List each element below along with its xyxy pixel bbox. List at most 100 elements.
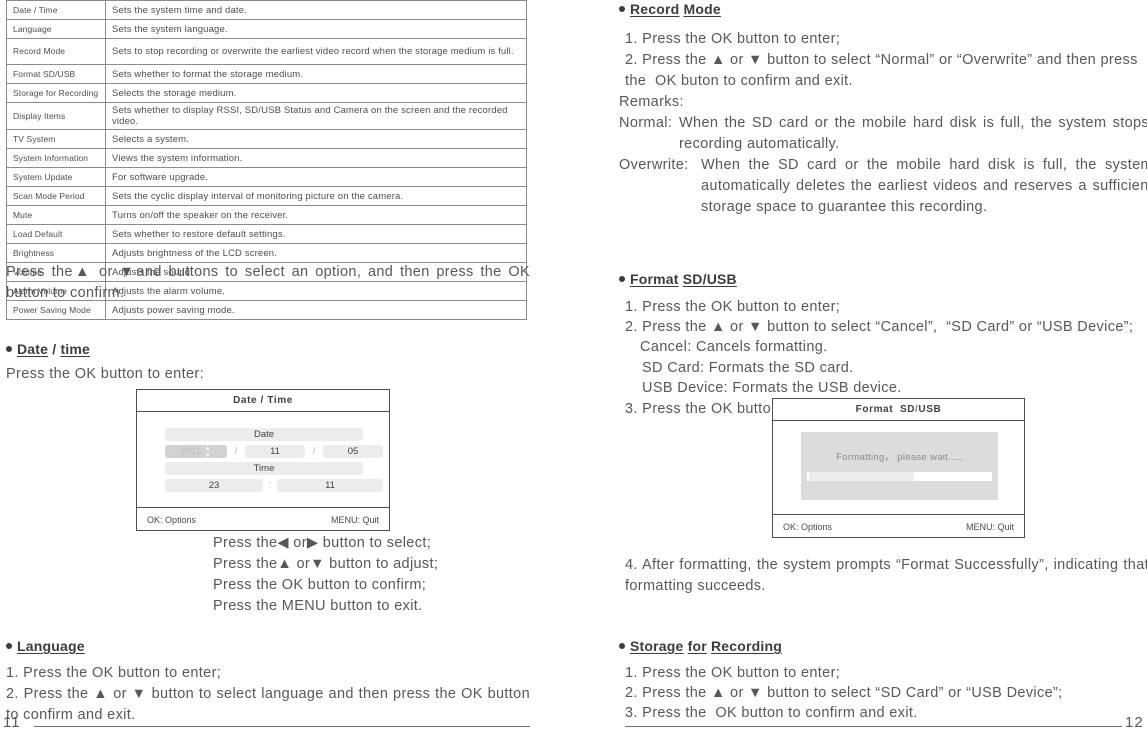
menu-item-description: Views the system information. (105, 148, 527, 168)
bullet-icon (619, 643, 625, 649)
format-dialog-body: Formatting， please wait..... (773, 421, 1024, 514)
table-row: Display Items Sets whether to display RSS… (6, 102, 527, 130)
minute-value: 11 (325, 480, 335, 491)
month-value: 11 (270, 446, 280, 457)
heading-language-label: Language (17, 638, 85, 654)
year-field[interactable]: 2011 ▲ ▼ (165, 445, 227, 459)
table-row: System Update For software upgrade. (6, 167, 527, 187)
language-step-2: 2. Press the ▲ or ▼ button to select lan… (6, 686, 535, 723)
table-row: TV System Selects a system. (6, 129, 527, 149)
heading-format-label: Format (630, 271, 679, 287)
left-column: Date / Time Sets the system time and date… (0, 0, 540, 738)
table-row: Date / Time Sets the system time and date… (6, 0, 527, 20)
date-time-note-2: Press the▲ or▼ button to adjust; (213, 556, 439, 572)
record-mode-overwrite-text: When the SD card or the mobile hard disk… (701, 157, 1147, 215)
format-dialog-title-sd: SD (899, 404, 916, 415)
date-time-notes: Press the◀ or▶ button to select; Press t… (213, 533, 438, 617)
menu-item-name: Language (6, 19, 106, 39)
menu-item-name: Brightness (6, 243, 106, 263)
heading-time-label: time (60, 341, 91, 357)
menu-item-name: System Information (6, 148, 106, 168)
month-field[interactable]: 11 (245, 445, 305, 458)
format-progress-panel: Formatting， please wait..... (801, 432, 998, 500)
date-row-label: Date (165, 428, 363, 441)
menu-item-name: Record Mode (6, 38, 106, 65)
table-row: Brightness Adjusts brightness of the LCD … (6, 243, 527, 263)
date-separator-1: / (234, 446, 238, 457)
menu-item-name: System Update (6, 167, 106, 187)
date-time-dialog-body: Date 2011 ▲ ▼ / 11 / 05 Time 23 : 11 (137, 412, 389, 507)
record-mode-remarks-label: Remarks: (619, 94, 684, 110)
format-dialog-title-usb: USB (918, 404, 942, 415)
format-progress-fill (807, 472, 915, 481)
heading-recording-label: Recording (710, 638, 783, 654)
heading-storage-label: Storage (630, 638, 684, 654)
format-dialog-title: Format SD/USB (773, 399, 1024, 421)
date-time-note-3: Press the OK button to confirm; (213, 577, 427, 593)
heading-for-label: for (687, 638, 707, 654)
menu-item-description: Selects a system. (105, 129, 527, 149)
left-page-number: 11 (3, 714, 21, 731)
date-time-footer-ok: OK: Options (147, 514, 197, 525)
heading-mode-label: Mode (683, 1, 721, 17)
hour-value: 23 (208, 480, 220, 491)
storage-step-3: 3. Press the OK button to confirm and ex… (625, 705, 918, 721)
format-step-1: 1. Press the OK button to enter; (625, 299, 841, 315)
format-osd-dialog: Format SD/USB Formatting， please wait...… (772, 398, 1025, 538)
format-progress-bar (807, 472, 992, 481)
bullet-icon (6, 643, 12, 649)
table-row: Storage for Recording Selects the storage… (6, 83, 527, 103)
record-mode-step-1: 1. Press the OK button to enter; (625, 31, 841, 47)
menu-item-description: Sets the system time and date. (105, 0, 527, 20)
format-option-sd-card: SD Card: Formats the SD card. (642, 360, 854, 376)
record-mode-overwrite-block: Overwrite: When the SD card or the mobil… (619, 155, 1147, 218)
menu-item-description: For software upgrade. (105, 167, 527, 187)
table-row: Format SD/USB Sets whether to format the … (6, 64, 527, 84)
table-row: System Information Views the system infor… (6, 148, 527, 168)
bullet-icon (619, 6, 625, 12)
day-field[interactable]: 05 (323, 445, 383, 458)
heading-record-label: Record (630, 1, 680, 17)
heading-date-separator: / (48, 341, 61, 357)
table-row: Load Default Sets whether to restore defa… (6, 224, 527, 244)
menu-item-description: Sets to stop recording or overwrite the … (105, 38, 527, 65)
date-time-osd-dialog: Date / Time Date 2011 ▲ ▼ / 11 / 05 Time … (136, 389, 390, 531)
format-dialog-footer: OK: Options MENU: Quit (773, 514, 1024, 538)
menu-item-description: Sets whether to restore default settings… (105, 224, 527, 244)
menu-item-name: Format SD/USB (6, 64, 106, 84)
record-mode-normal-label: Normal: (619, 115, 673, 131)
table-row: Scan Mode Period Sets the cyclic display … (6, 186, 527, 206)
format-option-cancel: Cancel: Cancels formatting. (640, 339, 828, 355)
format-footer-menu: MENU: Quit (965, 521, 1014, 532)
hour-field[interactable]: 23 (165, 479, 263, 492)
menu-item-description: Turns on/off the speaker on the receiver… (105, 205, 527, 225)
record-mode-step-2: 2. Press the ▲ or ▼ button to select “No… (625, 52, 1143, 89)
heading-date-label: Date (17, 341, 49, 357)
menu-item-name: Load Default (6, 224, 106, 244)
menu-item-name: Scan Mode Period (6, 186, 106, 206)
menu-item-name: Mute (6, 205, 106, 225)
date-time-lead-text: Press the OK button to enter: (6, 366, 204, 382)
date-separator-2: / (312, 446, 316, 457)
minute-field[interactable]: 11 (277, 479, 383, 492)
bullet-icon (6, 346, 12, 352)
menu-item-description: Sets whether to display RSSI, SD/USB Sta… (105, 102, 527, 130)
menu-item-name: Display Items (6, 102, 106, 130)
heading-sd-label: SD (682, 271, 703, 287)
heading-language: Language (6, 638, 85, 654)
date-time-dialog-title: Date / Time (137, 390, 389, 412)
menu-item-description: Sets the cyclic display interval of moni… (105, 186, 527, 206)
heading-usb-label: USB (706, 271, 737, 287)
format-footer-ok: OK: Options (783, 521, 833, 532)
right-footer-rule (625, 726, 1122, 727)
bullet-icon (619, 276, 625, 282)
date-time-note-4: Press the MENU button to exit. (213, 598, 423, 614)
year-value: 2011 (180, 446, 202, 457)
menu-item-description: Selects the storage medium. (105, 83, 527, 103)
format-option-usb-device: USB Device: Formats the USB device. (642, 380, 902, 396)
storage-step-2: 2. Press the ▲ or ▼ button to select “SD… (625, 685, 1063, 701)
language-step-1: 1. Press the OK button to enter; (6, 665, 222, 681)
record-mode-overwrite-label: Overwrite: (619, 157, 689, 173)
menu-item-name: Storage for Recording (6, 83, 106, 103)
format-step-4: 4. After formatting, the system prompts … (625, 557, 1147, 594)
